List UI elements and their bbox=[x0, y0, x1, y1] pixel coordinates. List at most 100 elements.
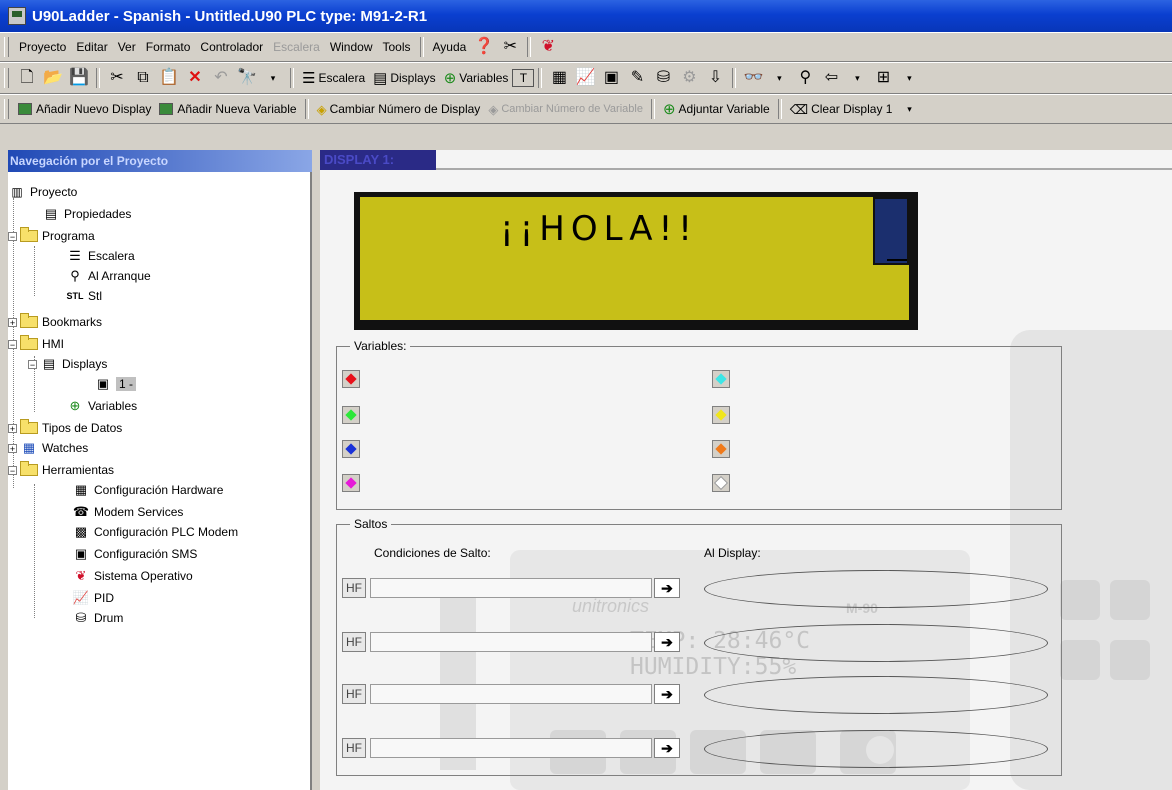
expand-icon[interactable]: + bbox=[8, 317, 17, 327]
toolbar-options-icon[interactable]: ▾ bbox=[896, 67, 922, 89]
app-icon[interactable] bbox=[8, 7, 26, 25]
tree-item-watches[interactable]: + ▦ Watches bbox=[8, 440, 88, 456]
lcd-preview[interactable]: ¡¡HOLA!! bbox=[354, 192, 918, 330]
jump-arrow-icon[interactable]: ➔ bbox=[654, 578, 680, 598]
menu-tools[interactable]: Tools bbox=[378, 38, 416, 56]
tree-item-tipos-de-datos[interactable]: + Tipos de Datos bbox=[8, 419, 122, 436]
menubar-grip[interactable] bbox=[4, 37, 9, 57]
jump-target-display[interactable] bbox=[704, 570, 1048, 608]
tree-item-config-sms[interactable]: ▣ Configuración SMS bbox=[72, 546, 198, 562]
menu-ayuda[interactable]: Ayuda bbox=[428, 38, 472, 56]
tree-item-sistema-operativo[interactable]: ❦ Sistema Operativo bbox=[72, 568, 193, 584]
sms-config-icon[interactable]: ▣ bbox=[598, 67, 624, 89]
jump-contact-button[interactable]: HF bbox=[342, 738, 366, 758]
find-icon[interactable]: 🔭 bbox=[234, 67, 260, 89]
variable-slot-magenta[interactable] bbox=[342, 474, 360, 492]
paste-icon[interactable]: 📋 bbox=[156, 67, 182, 89]
jump-arrow-icon[interactable]: ➔ bbox=[654, 738, 680, 758]
collapse-icon[interactable]: − bbox=[8, 339, 17, 349]
grid-icon[interactable]: ⊞ bbox=[870, 67, 896, 89]
pid-icon[interactable]: 📈 bbox=[572, 67, 598, 89]
new-file-icon[interactable]: 🗋 bbox=[14, 67, 40, 89]
jump-contact-button[interactable]: HF bbox=[342, 632, 366, 652]
variable-slot-red[interactable] bbox=[342, 370, 360, 388]
undo-icon[interactable]: ↶ bbox=[208, 67, 234, 89]
help-pointer-icon[interactable]: ❓ bbox=[471, 36, 497, 58]
jump-target-display[interactable] bbox=[704, 624, 1048, 662]
tree-item-programa[interactable]: − Programa bbox=[8, 227, 95, 244]
jump-arrow-icon[interactable]: ➔ bbox=[654, 632, 680, 652]
expand-icon[interactable]: + bbox=[8, 423, 17, 433]
menu-proyecto[interactable]: Proyecto bbox=[14, 38, 71, 56]
jump-arrow-icon[interactable]: ➔ bbox=[654, 684, 680, 704]
drum-icon[interactable]: ⛁ bbox=[650, 67, 676, 89]
tree-item-display-1[interactable]: ▣ 1 - bbox=[94, 376, 137, 392]
tree-item-propiedades[interactable]: ▤ Propiedades bbox=[42, 206, 132, 222]
jump-target-display[interactable] bbox=[704, 730, 1048, 768]
communication-icon[interactable]: ⚲ bbox=[792, 67, 818, 89]
change-variable-number-button[interactable]: ◈ Cambiar Número de Variable bbox=[484, 98, 647, 120]
jump-condition-field[interactable] bbox=[370, 578, 652, 598]
find-dropdown-icon[interactable]: ▾ bbox=[260, 67, 286, 89]
online-dropdown-icon[interactable]: ▾ bbox=[766, 67, 792, 89]
jump-contact-button[interactable]: HF bbox=[342, 684, 366, 704]
save-icon[interactable]: 💾 bbox=[66, 67, 92, 89]
tree-item-hmi[interactable]: − HMI bbox=[8, 335, 64, 352]
unitronics-logo-icon[interactable]: ❦ bbox=[535, 36, 561, 58]
tab-display-1[interactable]: DISPLAY 1: bbox=[320, 150, 436, 170]
delete-icon[interactable]: ✕ bbox=[182, 67, 208, 89]
jump-contact-button[interactable]: HF bbox=[342, 578, 366, 598]
data-table-icon[interactable]: T bbox=[512, 69, 535, 87]
menu-formato[interactable]: Formato bbox=[141, 38, 196, 56]
jump-condition-field[interactable] bbox=[370, 632, 652, 652]
tree-item-escalera[interactable]: ☰ Escalera bbox=[66, 248, 135, 264]
collapse-icon[interactable]: − bbox=[8, 465, 17, 475]
download-icon[interactable]: ⇩ bbox=[702, 67, 728, 89]
tree-item-modem-services[interactable]: ☎ Modem Services bbox=[72, 504, 183, 520]
clear-display-dropdown-icon[interactable]: ▾ bbox=[896, 98, 922, 120]
toolbar-grip[interactable] bbox=[4, 99, 9, 119]
change-display-number-button[interactable]: ◈ Cambiar Número de Display bbox=[313, 98, 485, 120]
tree-item-al-arranque[interactable]: ⚲ Al Arranque bbox=[66, 268, 150, 284]
jump-condition-field[interactable] bbox=[370, 684, 652, 704]
menu-controlador[interactable]: Controlador bbox=[195, 38, 268, 56]
menu-window[interactable]: Window bbox=[325, 38, 378, 56]
compile-icon[interactable]: ⚙ bbox=[676, 67, 702, 89]
jump-condition-field[interactable] bbox=[370, 738, 652, 758]
expand-icon[interactable]: + bbox=[8, 443, 17, 453]
tree-item-bookmarks[interactable]: + Bookmarks bbox=[8, 313, 102, 330]
add-variable-button[interactable]: Añadir Nueva Variable bbox=[155, 98, 300, 120]
tree-item-config-hardware[interactable]: ▦ Configuración Hardware bbox=[72, 482, 224, 498]
tree-item-variables[interactable]: ⊕ Variables bbox=[66, 398, 138, 414]
toolbar-grip[interactable] bbox=[4, 68, 9, 88]
connect-icon[interactable]: ⇦ bbox=[818, 67, 844, 89]
variable-slot-blue[interactable] bbox=[342, 440, 360, 458]
tree-item-herramientas[interactable]: − Herramientas bbox=[8, 461, 114, 478]
menu-escalera[interactable]: Escalera bbox=[268, 38, 325, 56]
online-test-icon[interactable]: 👓 bbox=[740, 67, 766, 89]
open-folder-icon[interactable]: 📂 bbox=[40, 67, 66, 89]
tools-icon[interactable]: ✂ bbox=[497, 36, 523, 58]
variable-slot-cyan[interactable] bbox=[712, 370, 730, 388]
connect-dropdown-icon[interactable]: ▾ bbox=[844, 67, 870, 89]
variable-slot-white[interactable] bbox=[712, 474, 730, 492]
clear-display-button[interactable]: ⌫ Clear Display 1 bbox=[786, 98, 897, 120]
menu-editar[interactable]: Editar bbox=[71, 38, 112, 56]
tree-item-proyecto[interactable]: ▥ Proyecto bbox=[8, 184, 77, 200]
tree-item-config-plc-modem[interactable]: ▩ Configuración PLC Modem bbox=[72, 524, 238, 540]
menu-ver[interactable]: Ver bbox=[113, 38, 141, 56]
collapse-icon[interactable]: − bbox=[28, 359, 37, 369]
collapse-icon[interactable]: − bbox=[8, 231, 17, 241]
cut-icon[interactable]: ✂ bbox=[104, 67, 130, 89]
displays-button[interactable]: ▤ Displays bbox=[369, 67, 440, 89]
jump-target-display[interactable] bbox=[704, 676, 1048, 714]
escalera-button[interactable]: ☰ Escalera bbox=[298, 67, 369, 89]
tree-item-stl[interactable]: STL Stl bbox=[66, 288, 103, 304]
variable-slot-orange[interactable] bbox=[712, 440, 730, 458]
test-icon[interactable]: ✎ bbox=[624, 67, 650, 89]
tree-item-pid[interactable]: 📈 PID bbox=[72, 590, 114, 606]
attach-variable-button[interactable]: ⊕ Adjuntar Variable bbox=[659, 98, 774, 120]
variable-slot-green[interactable] bbox=[342, 406, 360, 424]
add-display-button[interactable]: Añadir Nuevo Display bbox=[14, 98, 155, 120]
variable-slot-yellow[interactable] bbox=[712, 406, 730, 424]
